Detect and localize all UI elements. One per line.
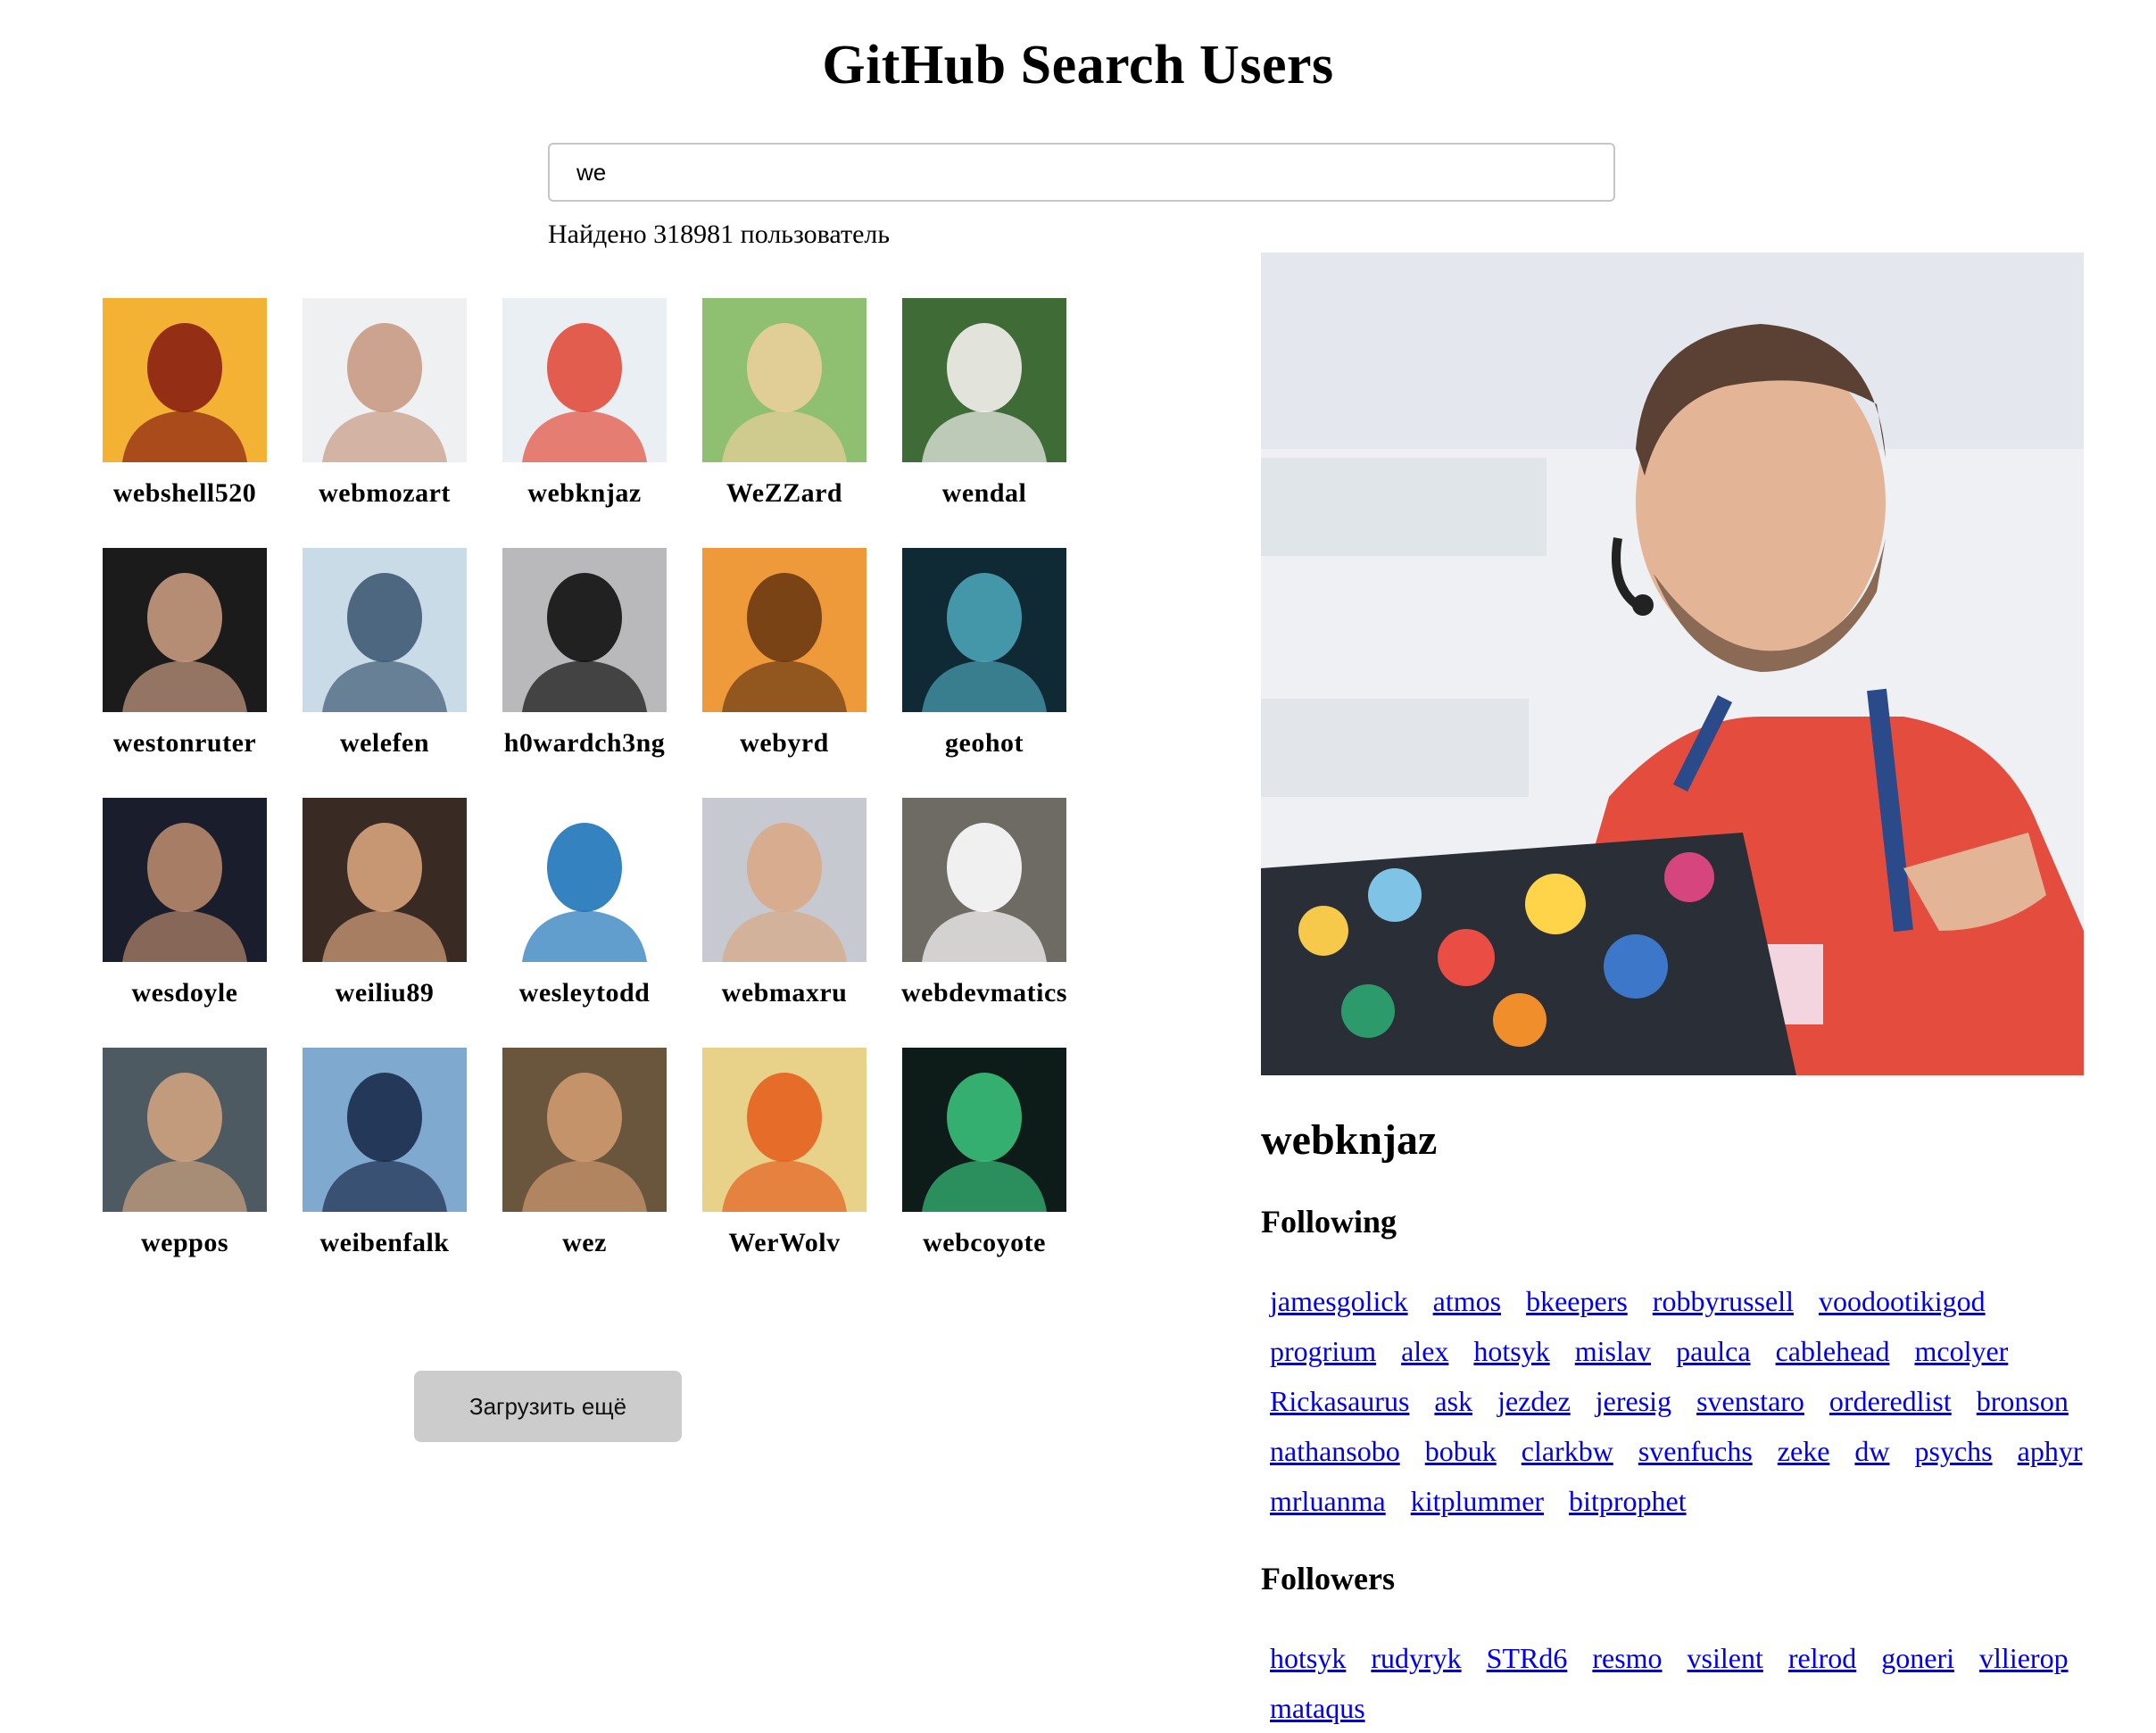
profile-link[interactable]: mislav [1575, 1335, 1651, 1367]
user-avatar[interactable] [303, 298, 467, 462]
profile-link[interactable]: bronson [1977, 1385, 2069, 1417]
user-login[interactable]: welefen [285, 728, 485, 759]
user-avatar[interactable] [702, 298, 867, 462]
page-title: GitHub Search Users [822, 35, 1334, 95]
user-avatar[interactable] [502, 548, 667, 712]
profile-link[interactable]: progrium [1270, 1335, 1376, 1367]
profile-link[interactable]: hotsyk [1473, 1335, 1549, 1367]
user-avatar[interactable] [902, 548, 1066, 712]
user-login[interactable]: geohot [884, 728, 1084, 759]
user-avatar[interactable] [902, 298, 1066, 462]
profile-link[interactable]: aphyr [2018, 1435, 2083, 1467]
user-avatar[interactable] [702, 798, 867, 962]
following-list: jamesgolick atmos bkeepers robbyrussell … [1261, 1276, 2118, 1526]
user-avatar[interactable] [103, 1048, 267, 1212]
profile-link[interactable]: svenfuchs [1638, 1435, 1753, 1467]
search-input[interactable] [548, 143, 1615, 202]
profile-link[interactable]: bobuk [1425, 1435, 1497, 1467]
profile-link[interactable]: mataqus [1270, 1692, 1365, 1724]
user-login[interactable]: webdevmatics [884, 978, 1084, 1008]
user-avatar[interactable] [702, 548, 867, 712]
profile-link[interactable]: kitplummer [1411, 1485, 1544, 1517]
profile-link[interactable]: cablehead [1776, 1335, 1890, 1367]
user-avatar[interactable] [103, 298, 267, 462]
user-login[interactable]: weiliu89 [285, 978, 485, 1008]
profile-link[interactable]: bkeepers [1526, 1285, 1628, 1317]
load-more-button[interactable]: Загрузить ещё [414, 1371, 682, 1442]
profile-link[interactable]: mcolyer [1914, 1335, 2008, 1367]
user-login[interactable]: webmozart [285, 478, 485, 509]
user-login[interactable]: webyrd [684, 728, 884, 759]
profile-link[interactable]: voodootikigod [1819, 1285, 1986, 1317]
user-avatar[interactable] [303, 1048, 467, 1212]
user-login[interactable]: wesdoyle [85, 978, 285, 1008]
user-login[interactable]: weppos [85, 1228, 285, 1258]
user-avatar[interactable] [303, 548, 467, 712]
profile-link[interactable]: dw [1854, 1435, 1889, 1467]
user-login[interactable]: wendal [884, 478, 1084, 509]
profile-link[interactable]: goneri [1881, 1642, 1954, 1674]
profile-link[interactable]: ask [1434, 1385, 1472, 1417]
user-avatar[interactable] [103, 798, 267, 962]
profile-link[interactable]: orderedlist [1829, 1385, 1952, 1417]
selected-user-login: webknjaz [1261, 1116, 1438, 1164]
selected-user-photo [1261, 253, 2084, 1075]
user-login[interactable]: webmaxru [684, 978, 884, 1008]
profile-link[interactable]: resmo [1592, 1642, 1662, 1674]
user-avatar[interactable] [702, 1048, 867, 1212]
user-avatar[interactable] [103, 548, 267, 712]
profile-link[interactable]: alex [1401, 1335, 1448, 1367]
profile-link[interactable]: zeke [1778, 1435, 1830, 1467]
user-login[interactable]: webknjaz [485, 478, 684, 509]
user-avatar[interactable] [902, 798, 1066, 962]
profile-link[interactable]: vllierop [1979, 1642, 2069, 1674]
user-login[interactable]: h0wardch3ng [485, 728, 684, 759]
user-avatar[interactable] [303, 798, 467, 962]
user-avatar[interactable] [502, 298, 667, 462]
user-login[interactable]: webcoyote [884, 1228, 1084, 1258]
profile-link[interactable]: rudyryk [1371, 1642, 1461, 1674]
results-count: Найдено 318981 пользователь [548, 220, 891, 249]
profile-link[interactable]: jamesgolick [1270, 1285, 1408, 1317]
profile-link[interactable]: nathansobo [1270, 1435, 1400, 1467]
profile-link[interactable]: jezdez [1497, 1385, 1571, 1417]
profile-link[interactable]: jeresig [1596, 1385, 1671, 1417]
profile-link[interactable]: vsilent [1687, 1642, 1763, 1674]
user-login[interactable]: WeZZard [684, 478, 884, 509]
profile-link[interactable]: paulca [1676, 1335, 1751, 1367]
user-avatar[interactable] [902, 1048, 1066, 1212]
user-login[interactable]: weibenfalk [285, 1228, 485, 1258]
user-avatar[interactable] [502, 798, 667, 962]
profile-link[interactable]: mrluanma [1270, 1485, 1386, 1517]
profile-link[interactable]: robbyrussell [1653, 1285, 1794, 1317]
user-login[interactable]: westonruter [85, 728, 285, 759]
profile-link[interactable]: hotsyk [1270, 1642, 1346, 1674]
profile-link[interactable]: relrod [1788, 1642, 1856, 1674]
profile-link[interactable]: STRd6 [1487, 1642, 1568, 1674]
user-login[interactable]: WerWolv [684, 1228, 884, 1258]
profile-link[interactable]: bitprophet [1569, 1485, 1687, 1517]
following-title: Following [1261, 1204, 1397, 1240]
profile-link[interactable]: atmos [1433, 1285, 1501, 1317]
user-avatar[interactable] [502, 1048, 667, 1212]
profile-link[interactable]: psychs [1915, 1435, 1993, 1467]
user-login[interactable]: wez [485, 1228, 684, 1258]
followers-title: Followers [1261, 1561, 1395, 1596]
profile-link[interactable]: svenstaro [1696, 1385, 1804, 1417]
user-login[interactable]: webshell520 [85, 478, 285, 509]
profile-link[interactable]: Rickasaurus [1270, 1385, 1409, 1417]
user-login[interactable]: wesleytodd [485, 978, 684, 1008]
followers-list: hotsyk rudyryk STRd6 resmo vsilent relro… [1261, 1633, 2118, 1733]
profile-link[interactable]: clarkbw [1522, 1435, 1613, 1467]
